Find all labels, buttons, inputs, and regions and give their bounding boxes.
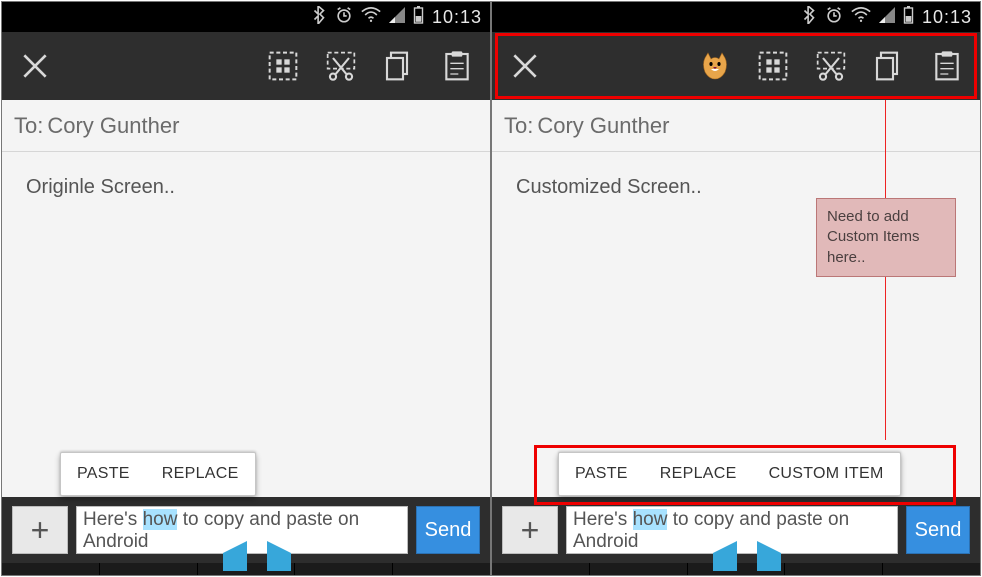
selection-handle-right[interactable] — [267, 541, 291, 571]
replace-option[interactable]: REPLACE — [146, 453, 255, 495]
compose-bar: + Here's how to copy and paste on Androi… — [492, 497, 980, 563]
to-label: To: — [14, 113, 43, 139]
message-selection: how — [143, 509, 178, 530]
bluetooth-icon — [801, 6, 817, 29]
selection-handle-right[interactable] — [757, 541, 781, 571]
replace-option[interactable]: REPLACE — [644, 453, 753, 495]
cat-icon — [699, 50, 731, 82]
status-bar: 10:13 — [492, 2, 980, 32]
select-all-icon — [267, 50, 299, 82]
signal-icon — [879, 7, 895, 28]
close-button[interactable] — [506, 47, 544, 85]
select-all-icon — [757, 50, 789, 82]
key-question[interactable]: ? — [100, 563, 198, 576]
text-selection-menu: PASTE REPLACE CUSTOM ITEM — [558, 452, 901, 496]
copy-button[interactable] — [380, 47, 418, 85]
status-bar: 10:13 — [2, 2, 490, 32]
copy-icon — [383, 50, 415, 82]
to-label: To: — [504, 113, 533, 139]
plus-icon: + — [521, 512, 540, 549]
copy-icon — [873, 50, 905, 82]
key-question[interactable]: ? — [590, 563, 688, 576]
add-button[interactable]: + — [502, 506, 558, 554]
cut-icon — [325, 50, 357, 82]
plus-icon: + — [31, 512, 50, 549]
custom-cab-item[interactable] — [696, 47, 734, 85]
close-icon — [19, 50, 51, 82]
key-period[interactable]: . — [785, 563, 883, 576]
screenshot-customized: 10:13 To: Cory Gunther Customized Screen… — [491, 1, 981, 576]
send-button[interactable]: Send — [416, 506, 480, 554]
to-name: Cory Gunther — [47, 113, 179, 139]
alarm-icon — [825, 6, 843, 29]
selection-handle-left[interactable] — [713, 541, 737, 571]
cut-button[interactable] — [812, 47, 850, 85]
message-input[interactable]: Here's how to copy and paste on Android — [566, 506, 898, 554]
annotation-line-bottom — [885, 270, 886, 440]
text-selection-menu: PASTE REPLACE — [60, 452, 256, 496]
contextual-action-bar — [492, 32, 980, 100]
key-period[interactable]: . — [295, 563, 393, 576]
wifi-icon — [851, 7, 871, 28]
message-body-area: Originle Screen.. PASTE REPLACE — [2, 152, 490, 497]
message-selection: how — [633, 509, 668, 530]
send-button[interactable]: Send — [906, 506, 970, 554]
screenshot-original: 10:13 To: Cory Gunther Originle Screen..… — [1, 1, 491, 576]
wifi-icon — [361, 7, 381, 28]
status-time: 10:13 — [432, 7, 482, 28]
to-name: Cory Gunther — [537, 113, 669, 139]
body-text: Customized Screen.. — [516, 176, 702, 199]
compose-bar: + Here's how to copy and paste on Androi… — [2, 497, 490, 563]
recipient-row[interactable]: To: Cory Gunther — [2, 100, 490, 152]
annotation-box: Need to add Custom Items here.. — [816, 198, 956, 277]
cut-icon — [815, 50, 847, 82]
key-exclaim[interactable]: ! — [492, 563, 590, 576]
alarm-icon — [335, 6, 353, 29]
key-exclaim[interactable]: ! — [2, 563, 100, 576]
paste-button[interactable] — [438, 47, 476, 85]
paste-option[interactable]: PASTE — [559, 453, 644, 495]
message-text-before: Here's — [573, 509, 633, 530]
cut-button[interactable] — [322, 47, 360, 85]
status-time: 10:13 — [922, 7, 972, 28]
add-button[interactable]: + — [12, 506, 68, 554]
key-semicolon[interactable]: ; — [883, 563, 980, 576]
paste-option[interactable]: PASTE — [61, 453, 146, 495]
paste-button[interactable] — [928, 47, 966, 85]
selection-handle-left[interactable] — [223, 541, 247, 571]
select-all-button[interactable] — [754, 47, 792, 85]
recipient-row[interactable]: To: Cory Gunther — [492, 100, 980, 152]
key-semicolon[interactable]: ; — [393, 563, 490, 576]
bluetooth-icon — [311, 6, 327, 29]
custom-item-option[interactable]: CUSTOM ITEM — [753, 453, 900, 495]
message-text-before: Here's — [83, 509, 143, 530]
annotation-line-top — [885, 100, 886, 198]
message-body-area: Customized Screen.. Need to add Custom I… — [492, 152, 980, 497]
close-button[interactable] — [16, 47, 54, 85]
message-input[interactable]: Here's how to copy and paste on Android — [76, 506, 408, 554]
battery-icon — [903, 6, 914, 29]
close-icon — [509, 50, 541, 82]
select-all-button[interactable] — [264, 47, 302, 85]
copy-button[interactable] — [870, 47, 908, 85]
body-text: Originle Screen.. — [26, 176, 175, 199]
signal-icon — [389, 7, 405, 28]
battery-icon — [413, 6, 424, 29]
paste-icon — [931, 50, 963, 82]
contextual-action-bar — [2, 32, 490, 100]
paste-icon — [441, 50, 473, 82]
